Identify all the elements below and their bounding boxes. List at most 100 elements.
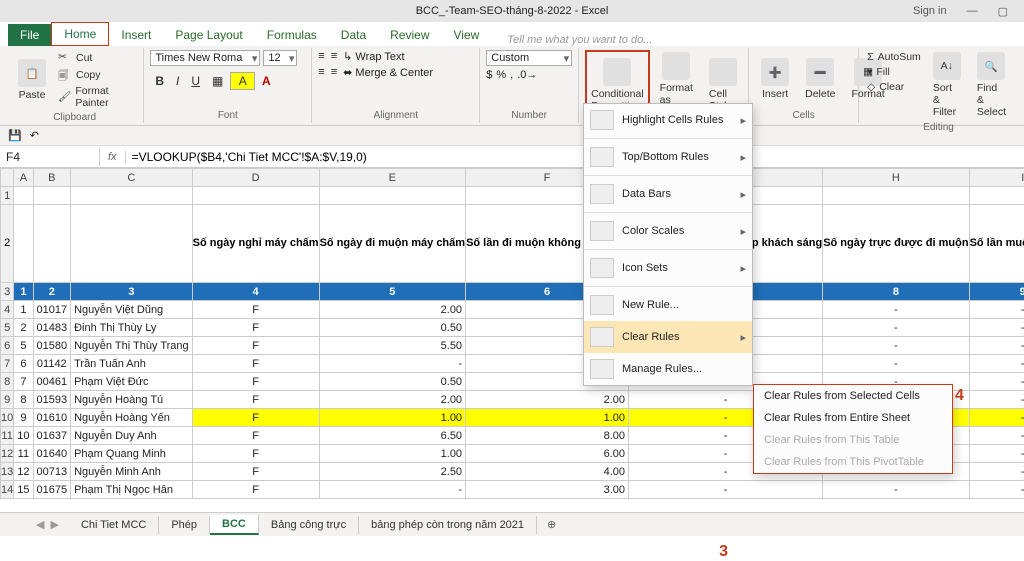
cell-H5[interactable]: - xyxy=(823,319,969,337)
cell-E5[interactable]: 0.50 xyxy=(319,319,465,337)
cell-I7[interactable]: - xyxy=(969,355,1024,373)
signin-link[interactable]: Sign in xyxy=(905,2,955,20)
sheet-tab-phep[interactable]: Phép xyxy=(159,516,210,534)
cell-C9[interactable]: Nguyễn Hoàng Tú xyxy=(71,391,193,409)
row-header-13[interactable]: 13 xyxy=(1,463,14,481)
row-header-7[interactable]: 7 xyxy=(1,355,14,373)
minimize-button[interactable]: — xyxy=(959,2,986,20)
cell-E14[interactable]: - xyxy=(319,481,465,499)
cell-B13[interactable]: 00713 xyxy=(33,463,71,481)
cell-D4[interactable]: F xyxy=(192,301,319,319)
cell-A13[interactable]: 12 xyxy=(14,463,33,481)
menu-highlight-cells-rules[interactable]: Highlight Cells Rules▸ xyxy=(584,104,752,136)
autosum-button[interactable]: Σ AutoSum xyxy=(865,50,923,64)
cell-B4[interactable]: 01017 xyxy=(33,301,71,319)
dec-inc-button[interactable]: .0→ xyxy=(517,69,537,81)
cell-F11[interactable]: 8.00 xyxy=(466,427,629,445)
font-size-select[interactable]: 12 xyxy=(263,50,297,66)
cell-D10[interactable]: F xyxy=(192,409,319,427)
cell-H7[interactable]: - xyxy=(823,355,969,373)
tell-me[interactable]: Tell me what you want to do... xyxy=(507,34,652,46)
align-top-button[interactable]: ≡ xyxy=(318,50,324,63)
clear-rules-selected[interactable]: Clear Rules from Selected Cells xyxy=(754,385,952,407)
save-button[interactable]: 💾 xyxy=(8,129,22,142)
cell-A12[interactable]: 11 xyxy=(14,445,33,463)
cell-E9[interactable]: 2.00 xyxy=(319,391,465,409)
col-header-E[interactable]: E xyxy=(319,169,465,187)
cell-F14[interactable]: 3.00 xyxy=(466,481,629,499)
cell-I14[interactable]: - xyxy=(969,481,1024,499)
comma-button[interactable]: , xyxy=(510,69,513,81)
cell-E12[interactable]: 1.00 xyxy=(319,445,465,463)
cell-I13[interactable]: - xyxy=(969,463,1024,481)
row-header-5[interactable]: 5 xyxy=(1,319,14,337)
cell-G14[interactable]: - xyxy=(629,481,823,499)
row-header-14[interactable]: 14 xyxy=(1,481,14,499)
cell-A6[interactable]: 5 xyxy=(14,337,33,355)
menu-manage-rules[interactable]: Manage Rules... xyxy=(584,353,752,385)
cell-D14[interactable]: F xyxy=(192,481,319,499)
cell-A7[interactable]: 6 xyxy=(14,355,33,373)
currency-button[interactable]: $ xyxy=(486,69,492,81)
cell-I5[interactable]: - xyxy=(969,319,1024,337)
cell-I11[interactable]: - xyxy=(969,427,1024,445)
sheet-tab-bangphep[interactable]: bảng phép còn trong năm 2021 xyxy=(359,516,537,534)
menu-clear-rules[interactable]: Clear Rules▸ xyxy=(584,321,752,353)
cell-E6[interactable]: 5.50 xyxy=(319,337,465,355)
tab-review[interactable]: Review xyxy=(378,24,441,46)
tab-formulas[interactable]: Formulas xyxy=(255,24,329,46)
font-name-select[interactable]: Times New Roma xyxy=(150,50,260,66)
cell-C10[interactable]: Nguyễn Hoàng Yến xyxy=(71,409,193,427)
cell-D11[interactable]: F xyxy=(192,427,319,445)
cell-A14[interactable]: 15 xyxy=(14,481,33,499)
fill-color-button[interactable]: A xyxy=(230,72,255,90)
cell-B7[interactable]: 01142 xyxy=(33,355,71,373)
cell-D5[interactable]: F xyxy=(192,319,319,337)
clear-button[interactable]: ◇ Clear xyxy=(865,80,923,94)
row-header-6[interactable]: 6 xyxy=(1,337,14,355)
sort-filter-button[interactable]: A↓Sort & Filter xyxy=(927,50,967,120)
name-box[interactable]: F4 xyxy=(0,148,100,166)
cell-F13[interactable]: 4.00 xyxy=(466,463,629,481)
menu-top-bottom-rules[interactable]: Top/Bottom Rules▸ xyxy=(584,141,752,173)
tab-page-layout[interactable]: Page Layout xyxy=(163,24,254,46)
sheet-tab-chitiet[interactable]: Chi Tiet MCC xyxy=(69,516,159,534)
row-header-10[interactable]: 10 xyxy=(1,409,14,427)
cell-A11[interactable]: 10 xyxy=(14,427,33,445)
cell-F9[interactable]: 2.00 xyxy=(466,391,629,409)
cell-C11[interactable]: Nguyễn Duy Anh xyxy=(71,427,193,445)
cell-F10[interactable]: 1.00 xyxy=(466,409,629,427)
cell-I10[interactable]: - xyxy=(969,409,1024,427)
italic-button[interactable]: I xyxy=(171,72,184,90)
cell-A4[interactable]: 1 xyxy=(14,301,33,319)
tab-data[interactable]: Data xyxy=(329,24,378,46)
tab-view[interactable]: View xyxy=(442,24,492,46)
cell-C6[interactable]: Nguyễn Thị Thùy Trang xyxy=(71,337,193,355)
cell-B9[interactable]: 01593 xyxy=(33,391,71,409)
menu-icon-sets[interactable]: Icon Sets▸ xyxy=(584,252,752,284)
row-header-4[interactable]: 4 xyxy=(1,301,14,319)
cell-B10[interactable]: 01610 xyxy=(33,409,71,427)
cell-C8[interactable]: Phạm Việt Đức xyxy=(71,373,193,391)
tab-file[interactable]: File xyxy=(8,24,51,46)
insert-cells-button[interactable]: ➕Insert xyxy=(755,50,795,108)
menu-color-scales[interactable]: Color Scales▸ xyxy=(584,215,752,247)
align-center-button[interactable]: ≡ xyxy=(331,66,337,79)
col-header-corner[interactable] xyxy=(1,169,14,187)
sheet-tab-bangcong[interactable]: Bảng công trực xyxy=(259,516,359,534)
col-header-A[interactable]: A xyxy=(14,169,33,187)
cell-B12[interactable]: 01640 xyxy=(33,445,71,463)
cell-E4[interactable]: 2.00 xyxy=(319,301,465,319)
cell-C7[interactable]: Trần Tuấn Anh xyxy=(71,355,193,373)
cell-I6[interactable]: - xyxy=(969,337,1024,355)
row-header-11[interactable]: 11 xyxy=(1,427,14,445)
maximize-button[interactable]: ▢ xyxy=(990,2,1016,21)
row-header-3[interactable]: 3 xyxy=(1,283,14,301)
undo-button[interactable]: ↶ xyxy=(30,129,39,142)
cell-E8[interactable]: 0.50 xyxy=(319,373,465,391)
cell-E13[interactable]: 2.50 xyxy=(319,463,465,481)
wrap-text-button[interactable]: ↳ Wrap Text xyxy=(343,50,404,63)
cell-D9[interactable]: F xyxy=(192,391,319,409)
fill-button[interactable]: ▾ Fill xyxy=(865,65,923,79)
cell-I9[interactable]: - xyxy=(969,391,1024,409)
